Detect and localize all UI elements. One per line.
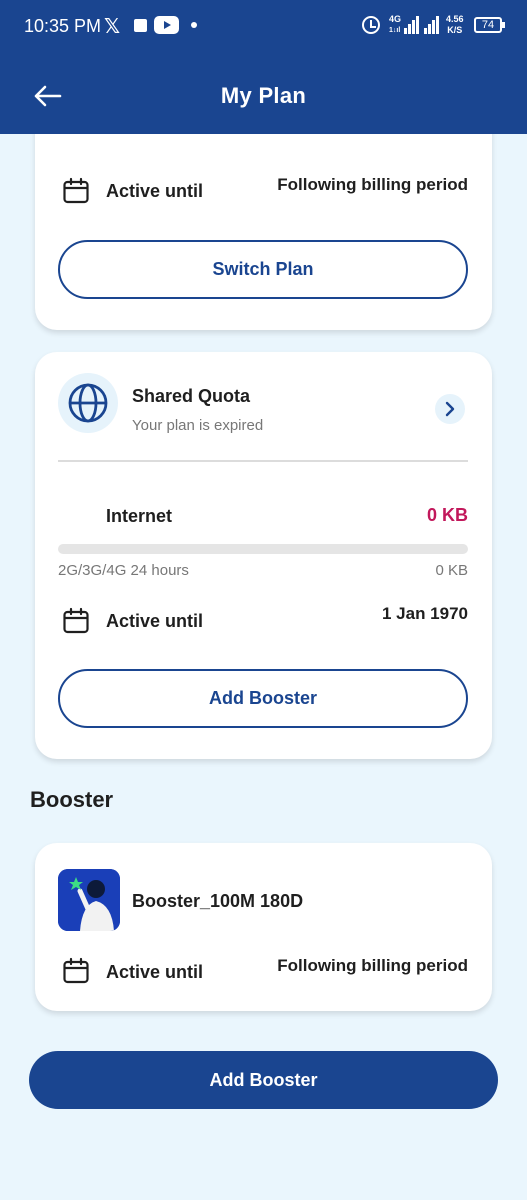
booster-section-heading: Booster bbox=[30, 787, 114, 812]
notification-icon bbox=[134, 19, 147, 32]
calendar-icon bbox=[63, 607, 89, 634]
package-label: 2G/3G/4G 24 hours bbox=[58, 562, 189, 579]
active-until-label: Active until bbox=[106, 611, 204, 631]
booster-card[interactable]: Booster_100M 180D Active until Following… bbox=[35, 843, 492, 1011]
youtube-icon bbox=[154, 16, 179, 34]
plan-card: Active until Following billing period Sw… bbox=[35, 100, 492, 330]
active-until-value: Following billing period bbox=[277, 956, 468, 975]
plan-status-text: Your plan is expired bbox=[132, 417, 264, 434]
alarm-icon bbox=[362, 16, 380, 34]
add-booster-card-button[interactable]: Add Booster bbox=[58, 669, 468, 728]
internet-remaining-value: 0 KB bbox=[426, 505, 468, 525]
package-value: 0 KB bbox=[435, 562, 468, 579]
internet-label: Internet bbox=[106, 506, 173, 526]
active-until-value: 1 Jan 1970 bbox=[381, 604, 468, 623]
network-type-label: 4G 1↓ıl bbox=[389, 14, 402, 34]
more-notifications-icon bbox=[191, 22, 197, 28]
signal-icon bbox=[404, 16, 420, 34]
booster-name: Booster_100M 180D bbox=[132, 891, 304, 911]
switch-plan-button[interactable]: Switch Plan bbox=[58, 240, 468, 299]
status-bar: 10:35 PM 𝕏 4G 1↓ıl 4.56 K/S 74 bbox=[0, 0, 527, 52]
shared-quota-title: Shared Quota bbox=[132, 386, 251, 406]
active-until-value: Following billing period bbox=[277, 175, 468, 194]
globe-icon bbox=[58, 373, 118, 433]
status-time: 10:35 PM bbox=[24, 16, 102, 36]
signal-icon-2 bbox=[424, 16, 440, 34]
app-header: 10:35 PM 𝕏 4G 1↓ıl 4.56 K/S 74 My Plan bbox=[0, 0, 527, 134]
active-until-label: Active until bbox=[106, 181, 204, 201]
x-app-icon: 𝕏 bbox=[104, 16, 121, 38]
calendar-icon bbox=[63, 177, 89, 204]
active-until-label: Active until bbox=[106, 962, 204, 982]
add-booster-button[interactable]: Add Booster bbox=[29, 1051, 498, 1109]
calendar-icon bbox=[63, 957, 89, 984]
battery-icon: 74 bbox=[474, 17, 505, 33]
chevron-right-icon[interactable] bbox=[435, 394, 465, 424]
network-speed: 4.56 K/S bbox=[446, 14, 464, 35]
booster-thumbnail-image bbox=[58, 869, 120, 931]
divider bbox=[58, 460, 468, 462]
page-title: My Plan bbox=[220, 83, 307, 108]
shared-quota-card: Shared Quota Your plan is expired Intern… bbox=[35, 352, 492, 759]
usage-progress-bar bbox=[58, 544, 468, 554]
